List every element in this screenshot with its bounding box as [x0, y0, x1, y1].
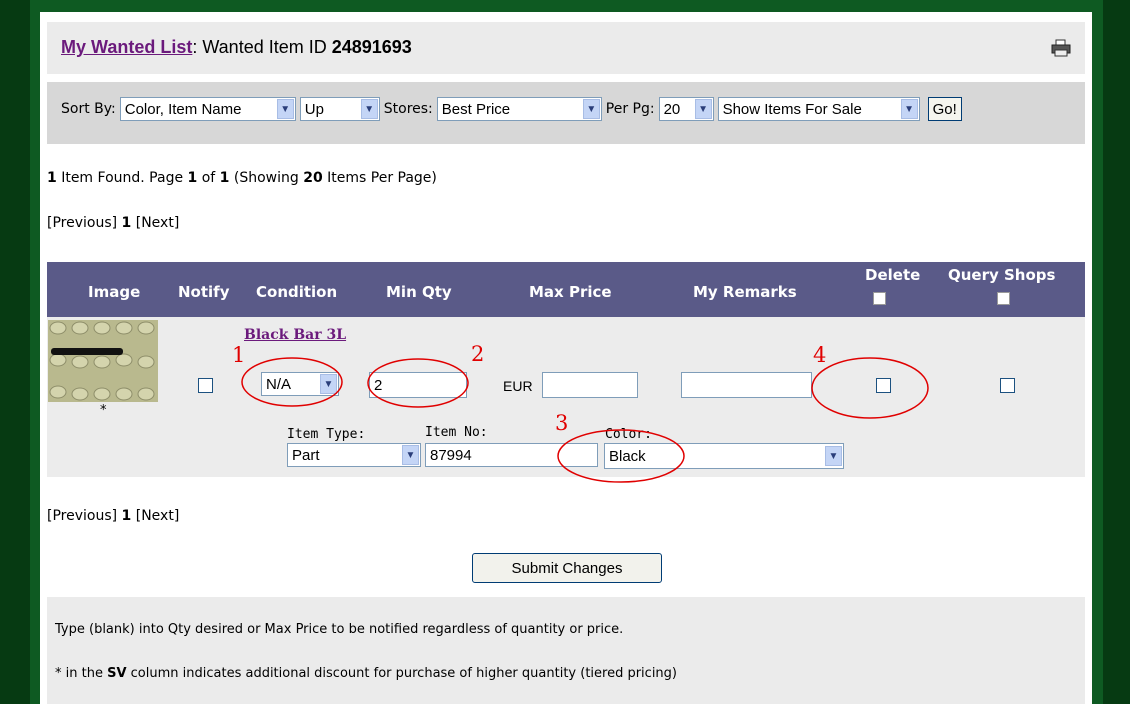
pager-current-page[interactable]: 1 — [122, 508, 132, 524]
wanted-item-id: 24891693 — [331, 37, 412, 57]
query-shops-all-checkbox[interactable] — [997, 292, 1010, 305]
sort-by-select[interactable]: Color, Item Name ▼ — [119, 97, 296, 121]
column-header-max-price: Max Price — [529, 283, 612, 301]
per-page-select[interactable]: 20 ▼ — [658, 97, 714, 121]
color-select[interactable]: Black ▼ — [604, 443, 844, 469]
delete-checkbox[interactable] — [876, 378, 891, 393]
footer-note-sv-suffix: column indicates additional discount for… — [126, 666, 677, 681]
item-name-link[interactable]: Black Bar 3L — [244, 327, 346, 343]
my-wanted-list-link[interactable]: My Wanted List — [61, 37, 192, 57]
sort-direction-value: Up — [304, 100, 324, 118]
sort-by-value: Color, Item Name — [124, 100, 242, 118]
chevron-down-icon: ▼ — [320, 374, 337, 394]
column-header-query-shops: Query Shops — [948, 266, 1056, 284]
title-text: : Wanted Item ID — [192, 37, 332, 57]
printer-icon[interactable] — [1051, 39, 1071, 57]
footer-note-sv-bold: SV — [107, 666, 127, 681]
submit-changes-button[interactable]: Submit Changes — [472, 553, 662, 583]
sort-by-label: Sort By: — [61, 101, 116, 117]
pager-current-page[interactable]: 1 — [122, 215, 132, 231]
column-header-image: Image — [88, 283, 141, 301]
column-header-notify: Notify — [178, 283, 230, 301]
sort-direction-select[interactable]: Up ▼ — [299, 97, 380, 121]
show-items-value: Show Items For Sale — [722, 100, 862, 118]
chevron-down-icon: ▼ — [360, 99, 378, 119]
currency-label: EUR — [503, 378, 533, 394]
footer-notes: Type (blank) into Qty desired or Max Pri… — [47, 597, 1085, 704]
pager-next-link[interactable]: [Next] — [136, 215, 180, 231]
footer-note-sv-prefix: * in the — [55, 666, 108, 681]
table-row: * Black Bar 3L N/A ▼ EUR Item Type: Part ▼… — [47, 317, 1085, 477]
condition-value: N/A — [266, 375, 292, 393]
page-title: My Wanted List: Wanted Item ID 24891693 — [61, 37, 412, 58]
page-header: My Wanted List: Wanted Item ID 24891693 — [47, 22, 1085, 74]
max-price-input[interactable] — [542, 372, 638, 398]
chevron-down-icon: ▼ — [276, 99, 294, 119]
color-label: Color: — [605, 427, 652, 442]
results-page: 1 — [187, 170, 198, 186]
annotation-label-3: 3 — [555, 411, 569, 435]
item-no-input[interactable] — [425, 443, 598, 467]
results-total-pages: 1 — [219, 170, 230, 186]
sort-toolbar: Sort By: Color, Item Name ▼ Up ▼ Stores: B… — [47, 82, 1085, 144]
annotation-label-4: 4 — [813, 343, 827, 367]
stores-label: Stores: — [383, 101, 433, 117]
results-found-text: Item Found. Page — [56, 170, 188, 186]
column-header-condition: Condition — [256, 283, 338, 301]
notify-checkbox[interactable] — [198, 378, 213, 393]
results-of-text: of — [197, 170, 220, 186]
pager-bottom: [Previous] 1 [Next] — [47, 508, 179, 524]
results-showing-suffix: Items Per Page) — [322, 170, 437, 186]
stores-value: Best Price — [441, 100, 511, 118]
item-type-value: Part — [292, 446, 320, 464]
chevron-down-icon: ▼ — [694, 99, 712, 119]
pager-previous-link[interactable]: [Previous] — [47, 508, 117, 524]
chevron-down-icon: ▼ — [402, 445, 419, 465]
item-no-label: Item No: — [425, 425, 488, 440]
go-button[interactable]: Go! — [927, 97, 962, 121]
annotation-label-2: 2 — [471, 342, 485, 366]
min-qty-input[interactable] — [369, 372, 467, 398]
results-summary: 1 Item Found. Page 1 of 1 (Showing 20 It… — [47, 170, 437, 186]
item-type-select[interactable]: Part ▼ — [287, 443, 421, 467]
stores-select[interactable]: Best Price ▼ — [436, 97, 602, 121]
chevron-down-icon: ▼ — [900, 99, 918, 119]
query-shops-checkbox[interactable] — [1000, 378, 1015, 393]
table-header: Image Notify Condition Min Qty Max Price… — [47, 262, 1085, 317]
column-header-min-qty: Min Qty — [386, 283, 452, 301]
per-page-value: 20 — [663, 100, 681, 118]
results-showing-prefix: (Showing — [229, 170, 304, 186]
item-type-label: Item Type: — [287, 427, 366, 442]
delete-all-checkbox[interactable] — [873, 292, 886, 305]
pager-top: [Previous] 1 [Next] — [47, 215, 179, 231]
results-count: 1 — [47, 170, 57, 186]
footer-note-blank: Type (blank) into Qty desired or Max Pri… — [55, 622, 624, 637]
column-header-delete: Delete — [865, 266, 921, 284]
color-value: Black — [609, 447, 646, 465]
remarks-input[interactable] — [681, 372, 812, 398]
results-per-page: 20 — [303, 170, 323, 186]
chevron-down-icon: ▼ — [825, 446, 842, 466]
pager-previous-link[interactable]: [Previous] — [47, 215, 117, 231]
column-header-my-remarks: My Remarks — [693, 283, 797, 301]
annotation-label-1: 1 — [232, 343, 246, 367]
content-panel: My Wanted List: Wanted Item ID 24891693 … — [40, 12, 1092, 704]
tiered-pricing-asterisk: * — [100, 403, 107, 418]
pager-next-link[interactable]: [Next] — [136, 508, 180, 524]
per-page-label: Per Pg: — [605, 101, 655, 117]
chevron-down-icon: ▼ — [582, 99, 600, 119]
footer-note-sv: * in the SV column indicates additional … — [55, 666, 677, 681]
condition-select[interactable]: N/A ▼ — [261, 372, 339, 396]
show-items-select[interactable]: Show Items For Sale ▼ — [717, 97, 920, 121]
item-thumbnail-image[interactable] — [48, 320, 158, 402]
